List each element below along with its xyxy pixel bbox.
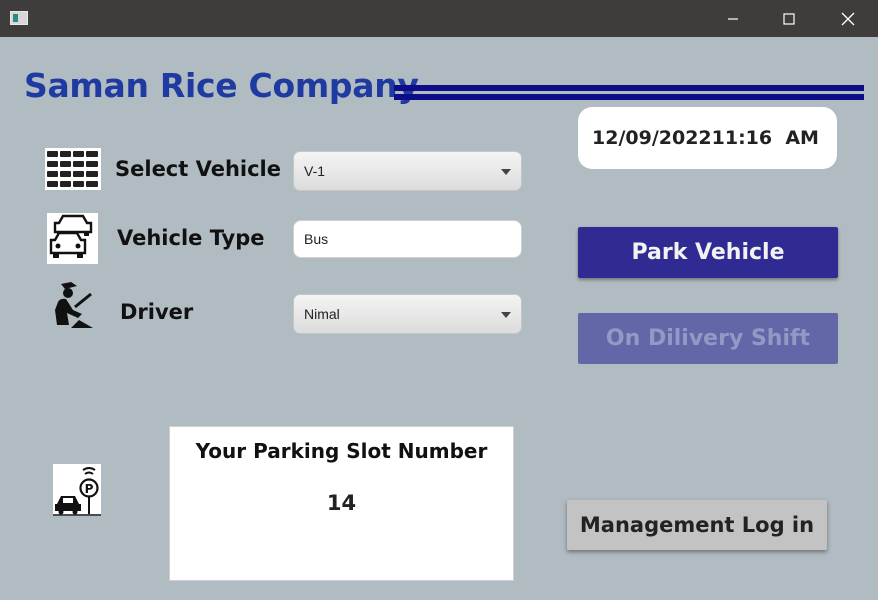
parking-slot-panel: Your Parking Slot Number 14 (169, 426, 514, 581)
title-rule-bottom (394, 94, 864, 100)
vehicle-type-field[interactable]: Bus (293, 220, 522, 258)
maximize-icon[interactable] (763, 0, 815, 37)
title-rule-top (394, 85, 864, 91)
park-vehicle-button[interactable]: Park Vehicle (578, 227, 838, 278)
parking-icon: P (53, 464, 101, 516)
company-title: Saman Rice Company (24, 66, 419, 105)
select-vehicle-label: Select Vehicle (115, 157, 281, 181)
parking-slot-number: 14 (326, 491, 357, 515)
driver-dropdown[interactable]: Nimal (293, 294, 522, 334)
select-vehicle-dropdown[interactable]: V-1 (293, 151, 522, 191)
parking-slot-heading: Your Parking Slot Number (195, 439, 488, 463)
driver-label: Driver (120, 300, 194, 324)
datetime-display: 12/09/2022 11:16 AM (578, 107, 837, 169)
on-delivery-shift-button[interactable]: On Dilivery Shift (578, 313, 838, 364)
time-text: 11:16 AM (711, 127, 819, 149)
vehicle-type-label: Vehicle Type (117, 226, 265, 250)
app-icon (10, 11, 28, 25)
close-icon[interactable] (822, 0, 874, 37)
cars-icon (47, 213, 98, 264)
driver-value: Nimal (304, 306, 340, 322)
vehicles-grid-icon (45, 148, 101, 190)
driver-icon (49, 280, 95, 330)
chevron-down-icon (501, 312, 511, 318)
svg-text:P: P (85, 482, 94, 496)
date-text: 12/09/2022 (592, 127, 712, 149)
minimize-icon[interactable] (707, 0, 759, 37)
select-vehicle-value: V-1 (304, 163, 326, 179)
chevron-down-icon (501, 169, 511, 175)
management-login-button[interactable]: Management Log in (567, 500, 827, 550)
window-titlebar (0, 0, 878, 37)
